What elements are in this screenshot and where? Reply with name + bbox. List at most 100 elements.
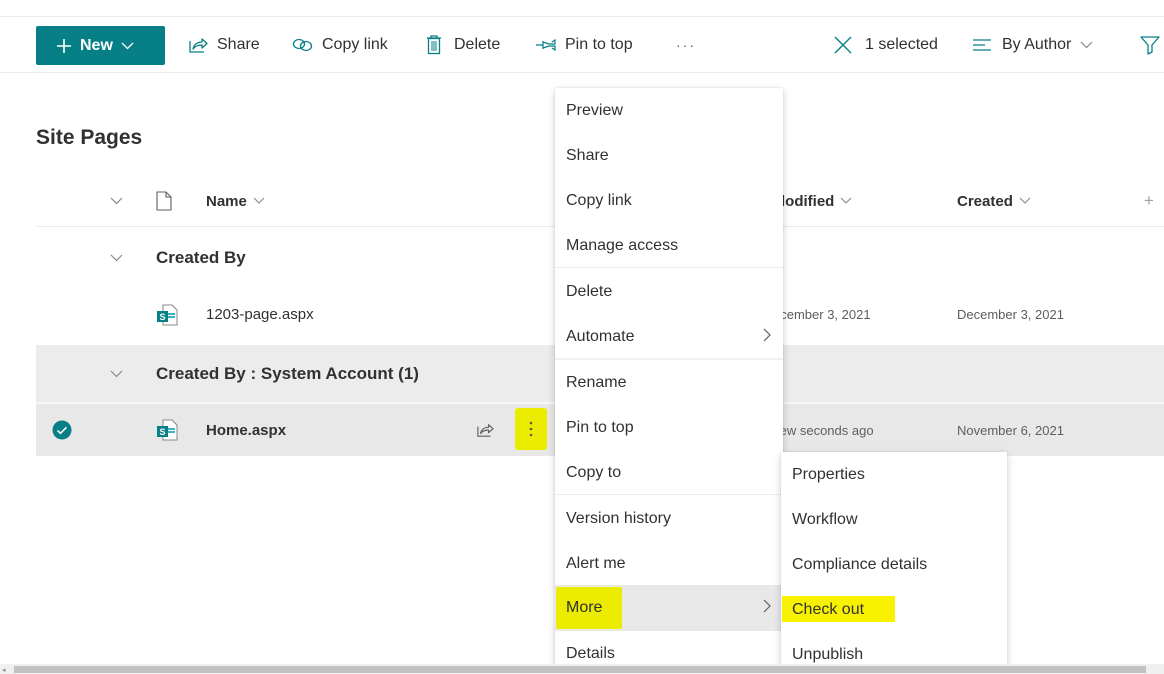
menu-item-label: Automate bbox=[566, 327, 635, 345]
menu-item-label: Pin to top bbox=[566, 418, 634, 436]
group-title: Created By bbox=[156, 247, 246, 267]
menu-item-delete[interactable]: Delete bbox=[555, 269, 783, 314]
column-header-name[interactable]: Name bbox=[206, 177, 265, 225]
checkmark-circle-icon bbox=[52, 420, 72, 440]
chevron-down-icon bbox=[121, 42, 134, 49]
close-icon bbox=[834, 36, 852, 54]
menu-item-label: Rename bbox=[566, 373, 627, 391]
file-type-column-header[interactable] bbox=[156, 177, 172, 225]
chevron-right-icon bbox=[763, 599, 771, 613]
menu-item-pin-to-top[interactable]: Pin to top bbox=[555, 405, 783, 450]
menu-divider bbox=[555, 494, 783, 495]
filter-button[interactable] bbox=[1140, 17, 1160, 73]
context-menu: Preview Share Copy link Manage access De… bbox=[555, 88, 783, 674]
submenu-item-properties[interactable]: Properties bbox=[781, 452, 1007, 497]
row-more-actions-button[interactable] bbox=[515, 408, 547, 450]
chevron-down-icon bbox=[110, 254, 123, 261]
submenu-item-workflow[interactable]: Workflow bbox=[781, 497, 1007, 542]
share-icon bbox=[189, 38, 208, 53]
menu-item-label: Delete bbox=[566, 282, 613, 300]
collapse-all-toggle[interactable] bbox=[110, 177, 123, 225]
menu-item-label: Preview bbox=[566, 101, 623, 119]
menu-item-share[interactable]: Share bbox=[555, 133, 783, 178]
new-label: New bbox=[80, 36, 113, 54]
menu-item-label: Compliance details bbox=[792, 555, 928, 573]
created-date: December 3, 2021 bbox=[957, 307, 1064, 322]
view-switcher[interactable]: By Author bbox=[972, 17, 1093, 73]
menu-item-label: Manage access bbox=[566, 236, 679, 254]
group-title: Created By : System Account (1) bbox=[156, 363, 419, 383]
chevron-down-icon bbox=[840, 197, 852, 204]
pin-icon bbox=[536, 38, 556, 52]
chevron-down-icon bbox=[110, 370, 123, 377]
chevron-right-icon bbox=[763, 328, 771, 342]
row-checkbox[interactable] bbox=[52, 404, 72, 456]
file-name-link[interactable]: 1203-page.aspx bbox=[206, 286, 314, 343]
command-bar: New Share Copy link Delete Pin to top ··… bbox=[0, 16, 1164, 73]
menu-item-label: Copy to bbox=[566, 463, 622, 481]
share-command[interactable]: Share bbox=[188, 17, 260, 73]
horizontal-scrollbar[interactable]: ◂ bbox=[0, 664, 1164, 674]
column-header-modified-label: lodified bbox=[781, 192, 835, 210]
scrollbar-thumb[interactable] bbox=[14, 666, 1146, 673]
menu-item-more[interactable]: More bbox=[555, 585, 783, 631]
selected-count: 1 selected bbox=[865, 36, 938, 53]
modified-date: ecember 3, 2021 bbox=[773, 307, 871, 322]
submenu-item-compliance-details[interactable]: Compliance details bbox=[781, 542, 1007, 587]
chevron-down-icon bbox=[253, 197, 265, 204]
link-icon bbox=[292, 38, 313, 52]
clear-selection-command[interactable]: 1 selected bbox=[834, 17, 938, 73]
chevron-down-icon bbox=[1019, 197, 1031, 204]
plus-icon bbox=[57, 38, 71, 53]
menu-item-manage-access[interactable]: Manage access bbox=[555, 223, 783, 268]
column-header-name-label: Name bbox=[206, 192, 247, 210]
new-button[interactable]: New bbox=[36, 26, 165, 65]
menu-item-label: Copy link bbox=[566, 191, 632, 209]
scroll-left-icon[interactable]: ◂ bbox=[2, 666, 6, 674]
column-header-created-label: Created bbox=[957, 192, 1013, 210]
menu-item-automate[interactable]: Automate bbox=[555, 314, 783, 359]
file-name-link[interactable]: Home.aspx bbox=[206, 404, 286, 456]
sharepoint-page-icon: S bbox=[157, 419, 178, 441]
menu-item-alert-me[interactable]: Alert me bbox=[555, 541, 783, 586]
trash-icon bbox=[427, 35, 441, 55]
group-collapse-toggle[interactable] bbox=[110, 229, 123, 286]
column-header-created[interactable]: Created bbox=[957, 177, 1031, 225]
menu-item-rename[interactable]: Rename bbox=[555, 360, 783, 405]
svg-text:S: S bbox=[159, 427, 165, 437]
menu-item-label: Properties bbox=[792, 465, 865, 483]
file-icon-cell: S bbox=[156, 286, 178, 343]
add-column-button[interactable]: + bbox=[1144, 177, 1154, 225]
column-header-modified[interactable]: lodified bbox=[781, 177, 852, 225]
filter-icon bbox=[1140, 36, 1160, 55]
row-share-button[interactable] bbox=[476, 404, 494, 456]
menu-item-label: Workflow bbox=[792, 510, 858, 528]
menu-item-version-history[interactable]: Version history bbox=[555, 496, 783, 541]
menu-item-label: Unpublish bbox=[792, 645, 864, 663]
copy-link-label: Copy link bbox=[322, 36, 388, 53]
sharepoint-page-icon: S bbox=[157, 304, 178, 325]
menu-item-copy-to[interactable]: Copy to bbox=[555, 450, 783, 495]
more-submenu: Properties Workflow Compliance details C… bbox=[781, 452, 1007, 674]
more-icon: ··· bbox=[676, 37, 696, 53]
chevron-down-icon bbox=[110, 197, 123, 205]
menu-item-label: Details bbox=[566, 644, 615, 662]
share-label: Share bbox=[217, 36, 260, 53]
menu-item-label: Check out bbox=[792, 600, 865, 618]
submenu-item-check-out[interactable]: Check out bbox=[781, 587, 1007, 632]
pin-to-top-command[interactable]: Pin to top bbox=[535, 17, 633, 73]
menu-item-label: Version history bbox=[566, 509, 671, 527]
menu-item-preview[interactable]: Preview bbox=[555, 88, 783, 133]
copy-link-command[interactable]: Copy link bbox=[292, 17, 388, 73]
pin-label: Pin to top bbox=[565, 36, 633, 53]
overflow-button[interactable]: ··· bbox=[676, 17, 696, 73]
group-collapse-toggle[interactable] bbox=[110, 345, 123, 402]
document-icon bbox=[156, 191, 172, 211]
menu-item-copy-link[interactable]: Copy link bbox=[555, 178, 783, 223]
menu-item-label: Share bbox=[566, 146, 609, 164]
vertical-ellipsis-icon bbox=[529, 421, 533, 437]
file-icon-cell: S bbox=[156, 404, 178, 456]
sort-icon bbox=[973, 39, 991, 51]
view-label: By Author bbox=[1002, 36, 1072, 53]
delete-command[interactable]: Delete bbox=[426, 17, 500, 73]
